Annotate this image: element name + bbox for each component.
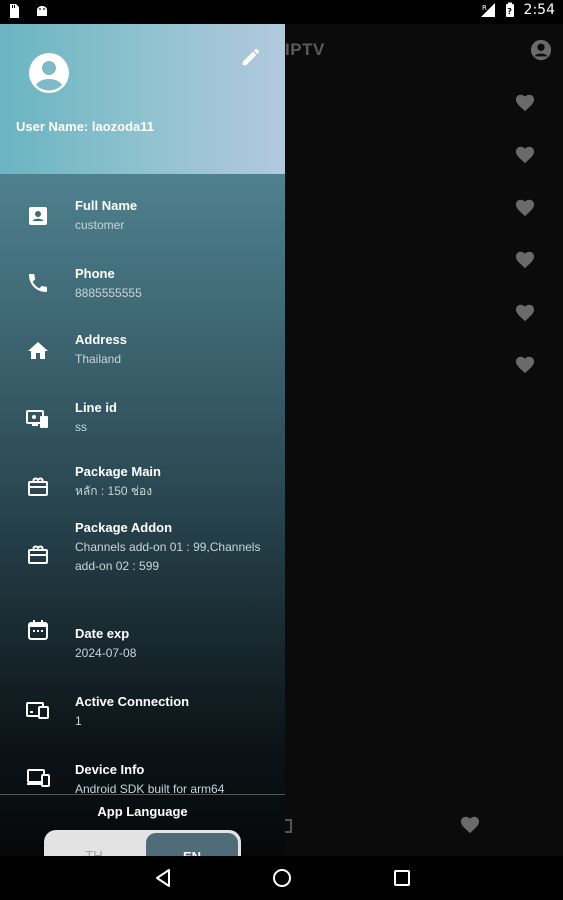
info-label: Full Name <box>75 198 138 213</box>
info-value: customer <box>75 218 125 232</box>
drawer-header: User Name: laozoda11 <box>0 24 285 174</box>
status-time: 2:54 <box>523 2 555 18</box>
phone-icon <box>29 274 47 292</box>
account-circle-icon <box>29 53 69 93</box>
navigation-drawer: User Name: laozoda11 Full Name customer … <box>0 24 285 856</box>
info-value: 1 <box>75 714 82 728</box>
account-circle-icon[interactable] <box>530 39 552 61</box>
partial-icon <box>284 819 292 833</box>
sd-card-icon <box>10 4 19 18</box>
info-label: Address <box>75 332 128 347</box>
language-option-en[interactable]: EN <box>146 833 238 856</box>
favorite-heart-icon[interactable] <box>514 249 536 269</box>
monitor-phone-icon <box>26 410 48 428</box>
home-circle-icon[interactable] <box>271 867 293 889</box>
recents-icon[interactable] <box>391 867 413 889</box>
no-signal-icon: R <box>480 3 495 17</box>
info-label: Date exp <box>75 626 130 641</box>
app-language-title: App Language <box>97 804 188 819</box>
package-icon <box>28 477 48 496</box>
favorite-heart-icon[interactable] <box>514 302 536 322</box>
info-value: Thailand <box>75 352 122 366</box>
devices-icon <box>26 702 49 719</box>
info-label: Line id <box>75 400 117 415</box>
info-label: Package Addon <box>75 520 173 535</box>
info-value: 2024-07-08 <box>75 646 137 660</box>
info-value: Channels add-on 01 : 99,Channels add-on … <box>75 540 261 573</box>
info-label: Phone <box>75 266 115 281</box>
favorite-heart-icon[interactable] <box>459 814 481 834</box>
device-info-icon <box>27 769 50 787</box>
calendar-icon <box>28 620 48 640</box>
divider <box>0 794 285 795</box>
info-value: หลัก : 150 ช่อง <box>75 484 153 498</box>
svg-text:R: R <box>482 4 487 12</box>
info-value: ss <box>75 420 87 434</box>
package-addon-icon <box>28 545 48 564</box>
info-value: Android SDK built for arm64 <box>75 782 225 796</box>
info-value: 8885555555 <box>75 286 142 300</box>
battery-icon: ? <box>505 2 514 17</box>
info-label: Active Connection <box>75 694 190 709</box>
android-icon <box>37 6 47 16</box>
status-bar: R ? 2:54 <box>0 0 563 24</box>
favorite-heart-icon[interactable] <box>514 197 536 217</box>
pencil-icon[interactable] <box>240 46 262 68</box>
back-icon[interactable] <box>152 867 174 889</box>
app-title: IPTV <box>285 40 325 59</box>
svg-text:?: ? <box>507 7 512 16</box>
status-right-icons: R ? 2:54 <box>480 2 555 18</box>
username-label: User Name: laozoda11 <box>16 119 155 134</box>
language-option-th[interactable]: TH <box>44 830 144 856</box>
favorite-heart-icon[interactable] <box>514 144 536 164</box>
contact-card-icon <box>29 207 47 225</box>
language-toggle[interactable]: TH EN <box>44 830 241 856</box>
info-label: Package Main <box>75 464 161 479</box>
home-icon <box>28 342 48 359</box>
favorite-heart-icon[interactable] <box>514 92 536 112</box>
system-nav-bar <box>0 856 563 900</box>
favorite-heart-icon[interactable] <box>514 354 536 374</box>
status-left-icons <box>6 3 50 19</box>
info-label: Device Info <box>75 762 145 777</box>
